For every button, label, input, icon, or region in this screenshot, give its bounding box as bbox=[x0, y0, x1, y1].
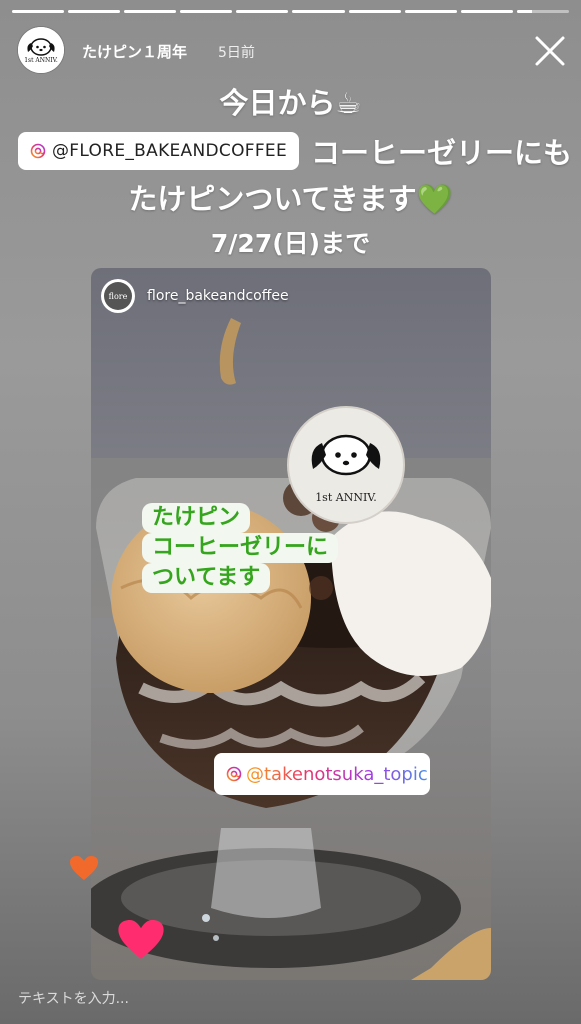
progress-segment bbox=[292, 10, 345, 13]
progress-segment bbox=[180, 10, 233, 13]
reposted-post-card[interactable]: 1st ANNIV. flore flore_bakeandcoffee bbox=[91, 268, 491, 980]
profile-avatar[interactable]: 1st ANNIV. bbox=[18, 27, 64, 73]
progress-segment bbox=[404, 10, 457, 13]
mention-label: @FLORE_BAKEANDCOFFEE bbox=[52, 141, 287, 161]
story-timestamp: 5日前 bbox=[218, 45, 255, 61]
headline-line-1: 今日から☕ bbox=[219, 86, 362, 120]
progress-segment bbox=[516, 10, 569, 13]
post-photo: 1st ANNIV. bbox=[91, 268, 491, 980]
story-progress-bar bbox=[12, 10, 569, 13]
close-button[interactable] bbox=[533, 34, 567, 68]
progress-segment bbox=[124, 10, 177, 13]
text-sticker-line: コーヒーゼリーに bbox=[142, 533, 339, 563]
heart-icon bbox=[118, 920, 164, 959]
mention-topic-label: @takenotsuka_topic bbox=[246, 763, 428, 785]
card-username[interactable]: flore_bakeandcoffee bbox=[147, 288, 289, 304]
text-sticker-line: ついてます bbox=[142, 563, 271, 593]
headline-line-2-text: コーヒーゼリーにも bbox=[311, 136, 573, 170]
headline-line-4: 7/27(日)まで bbox=[210, 229, 371, 258]
progress-segment bbox=[12, 10, 65, 13]
card-avatar-logo: flore bbox=[104, 282, 132, 310]
headline-line-3: たけピンついてきます💚 bbox=[128, 182, 453, 216]
progress-segment bbox=[236, 10, 289, 13]
progress-segment bbox=[68, 10, 121, 13]
close-icon bbox=[535, 36, 565, 66]
progress-segment bbox=[348, 10, 401, 13]
instagram-at-icon bbox=[30, 143, 46, 159]
story-username[interactable]: たけピン１周年 bbox=[82, 41, 187, 62]
progress-segment bbox=[460, 10, 513, 13]
card-avatar[interactable]: flore bbox=[101, 279, 135, 313]
text-sticker-line: たけピン bbox=[142, 503, 251, 533]
text-sticker: たけピン コーヒーゼリーに ついてます bbox=[142, 503, 387, 593]
headline-line-2: @FLORE_BAKEANDCOFFEE コーヒーゼリーにも bbox=[18, 130, 572, 172]
avatar-caption: 1st ANNIV. bbox=[24, 57, 58, 64]
mention-sticker-flore[interactable]: @FLORE_BAKEANDCOFFEE bbox=[18, 132, 299, 170]
heart-icon bbox=[70, 856, 98, 880]
instagram-at-icon bbox=[226, 766, 242, 782]
reply-input[interactable]: テキストを入力... bbox=[18, 988, 129, 1008]
mention-sticker-topic[interactable]: @takenotsuka_topic bbox=[214, 753, 430, 795]
